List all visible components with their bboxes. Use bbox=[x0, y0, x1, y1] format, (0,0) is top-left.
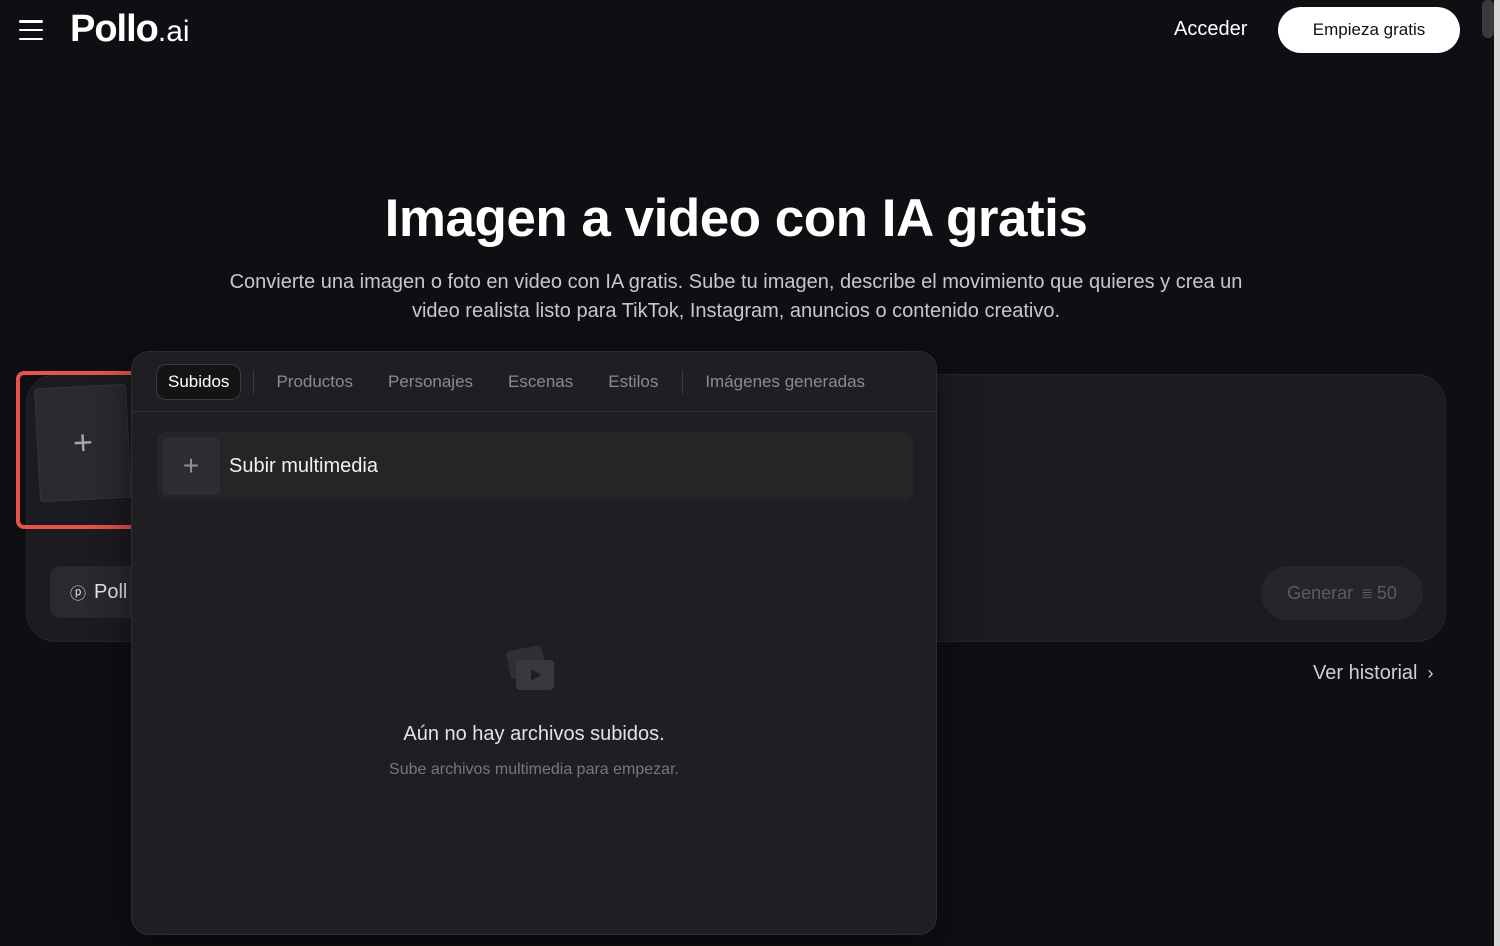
window-edge bbox=[1494, 0, 1500, 946]
page-title: Imagen a video con IA gratis bbox=[384, 189, 1088, 248]
tab-products[interactable]: Productos bbox=[276, 366, 353, 398]
highlight-frame bbox=[16, 371, 147, 529]
start-free-button[interactable]: Empieza gratis bbox=[1278, 7, 1460, 53]
view-history-link[interactable]: Ver historial › bbox=[1313, 662, 1434, 685]
generate-label: Generar bbox=[1287, 582, 1354, 603]
page-subtitle: Convierte una imagen o foto en video con… bbox=[229, 271, 1243, 322]
logo[interactable]: Pollo .ai bbox=[70, 8, 190, 54]
page: Pollo .ai Acceder Empieza gratis Imagen a… bbox=[0, 0, 1500, 946]
tab-characters[interactable]: Personajes bbox=[388, 366, 473, 398]
logo-suffix: .ai bbox=[157, 15, 190, 48]
upload-media-button[interactable]: + Subir multimedia bbox=[157, 432, 913, 500]
empty-state-subtitle: Sube archivos multimedia para empezar. bbox=[389, 761, 679, 778]
tab-uploads[interactable]: Subidos bbox=[156, 363, 242, 400]
logo-main: Pollo bbox=[70, 8, 159, 50]
signin-link[interactable]: Acceder bbox=[1174, 18, 1247, 41]
tab-divider bbox=[682, 369, 684, 394]
tab-scenes[interactable]: Escenas bbox=[508, 366, 573, 398]
history-label: Ver historial bbox=[1313, 662, 1418, 684]
tab-divider bbox=[253, 369, 255, 394]
credits-icon: ≣ bbox=[1361, 584, 1373, 601]
plus-icon: + bbox=[162, 437, 220, 495]
hamburger-menu-icon[interactable] bbox=[19, 20, 43, 40]
chevron-right-icon: › bbox=[1427, 663, 1434, 683]
model-label: Poll bbox=[94, 580, 128, 603]
generate-cost: 50 bbox=[1376, 582, 1397, 603]
tab-styles[interactable]: Estilos bbox=[608, 366, 658, 398]
empty-media-icon bbox=[506, 645, 554, 690]
pollo-logo-icon: ⓟ bbox=[70, 586, 87, 603]
media-tabs: Subidos Productos Personajes Escenas Est… bbox=[132, 352, 936, 412]
upload-media-label: Subir multimedia bbox=[229, 454, 378, 477]
generate-button[interactable]: Generar ≣ 50 bbox=[1261, 566, 1423, 620]
scrollbar-thumb[interactable] bbox=[1482, 0, 1494, 38]
empty-state-title: Aún no hay archivos subidos. bbox=[403, 723, 665, 745]
media-library-panel: Subidos Productos Personajes Escenas Est… bbox=[131, 351, 937, 935]
tab-generated-images[interactable]: Imágenes generadas bbox=[705, 366, 865, 398]
